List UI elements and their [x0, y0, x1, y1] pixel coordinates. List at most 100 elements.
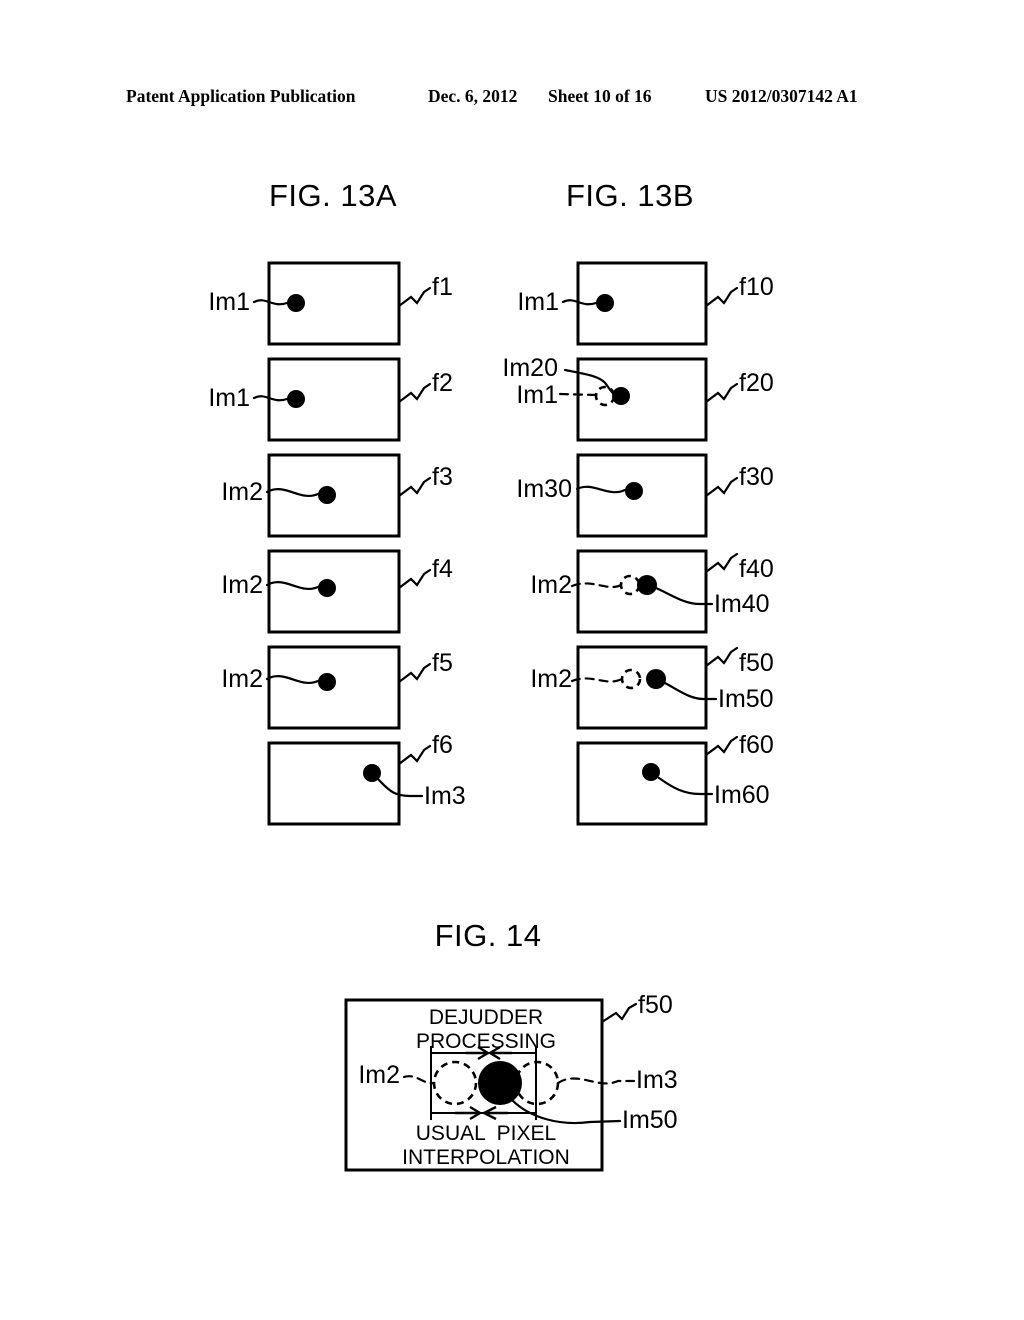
label-im2-fig14: Im2 — [358, 1061, 400, 1089]
label-im3-fig14: Im3 — [636, 1066, 678, 1094]
sheet-header: Patent Application Publication Dec. 6, 2… — [0, 86, 1024, 112]
label-f10: f10 — [739, 273, 774, 301]
leader-f50-fig14 — [600, 1002, 638, 1024]
leader-im2-f5 — [265, 675, 320, 684]
leader-im1-f10 — [561, 299, 598, 306]
label-im20-f20: Im20 — [502, 354, 558, 382]
frame-f1 — [267, 261, 401, 346]
arrow-bottom-right-head — [481, 1105, 497, 1121]
caption-interpolation-line2: INTERPOLATION — [402, 1146, 570, 1169]
header-sheet: Sheet 10 of 16 — [548, 86, 652, 106]
leader-im30-f30 — [575, 485, 627, 494]
object-dot-f40 — [637, 575, 657, 595]
arrow-bottom-left-head — [469, 1105, 483, 1121]
label-f40: f40 — [739, 555, 774, 583]
object-dot-f60 — [642, 763, 660, 781]
ghost-dot-f50 — [620, 668, 642, 690]
label-f6: f6 — [432, 731, 453, 759]
leader-f3 — [397, 476, 432, 498]
leader-f1 — [397, 286, 432, 308]
ghost-dot-fig14-left — [432, 1060, 478, 1106]
label-f30: f30 — [739, 463, 774, 491]
leader-f2 — [397, 382, 432, 404]
leader-im40-f40 — [654, 586, 714, 606]
leader-f60 — [704, 735, 739, 757]
leader-im2-f4 — [265, 581, 320, 590]
label-im2-f5: Im2 — [221, 665, 263, 693]
leader-f20 — [704, 382, 739, 404]
label-im2-f40: Im2 — [530, 571, 572, 599]
leader-im2-f40 — [570, 582, 623, 589]
figure-title-13b: FIG. 13B — [565, 178, 695, 213]
frame-f40 — [576, 549, 708, 634]
leader-f40 — [704, 552, 739, 574]
object-dot-f4 — [318, 579, 336, 597]
leader-f4 — [397, 568, 432, 590]
frame-f3 — [267, 453, 401, 538]
leader-im2-f50 — [570, 677, 624, 683]
leader-im60-f60 — [657, 776, 714, 796]
figure-title-14: FIG. 14 — [434, 918, 542, 953]
leader-f5 — [397, 662, 432, 684]
leader-im2-fig14 — [402, 1075, 436, 1085]
leader-f30 — [704, 476, 739, 498]
label-f4: f4 — [432, 555, 453, 583]
header-date: Dec. 6, 2012 — [428, 86, 518, 106]
label-im60-f60: Im60 — [714, 781, 770, 809]
label-im50-f50: Im50 — [718, 685, 774, 713]
header-patent-number: US 2012/0307142 A1 — [705, 86, 858, 106]
object-dot-f30 — [625, 482, 643, 500]
ghost-dot-fig14-right — [514, 1060, 560, 1106]
object-dot-fig14 — [478, 1061, 522, 1105]
ghost-dot-f40 — [619, 574, 641, 596]
patent-drawing-sheet: Patent Application Publication Dec. 6, 2… — [0, 0, 1024, 1320]
frame-f5 — [267, 645, 401, 730]
label-f3: f3 — [432, 463, 453, 491]
leader-im50-f50 — [663, 681, 718, 701]
header-publication: Patent Application Publication — [126, 86, 356, 106]
label-f50-13b: f50 — [739, 649, 774, 677]
label-im1-f1: Im1 — [208, 288, 250, 316]
caption-dejudder-line1: DEJUDDER — [428, 1006, 544, 1029]
label-f60: f60 — [739, 731, 774, 759]
frame-f20 — [576, 357, 708, 442]
frame-f4 — [267, 549, 401, 634]
label-f20: f20 — [739, 369, 774, 397]
label-im40-f40: Im40 — [714, 590, 770, 618]
label-im50-fig14: Im50 — [622, 1106, 678, 1134]
leader-im2-f3 — [265, 488, 320, 497]
caption-dejudder-line2: PROCESSING — [415, 1030, 557, 1053]
object-dot-f2 — [287, 390, 305, 408]
leader-im1-f2 — [252, 395, 289, 402]
leader-im1-f1 — [252, 299, 289, 306]
frame-f60 — [576, 741, 708, 826]
leader-im20-f20 — [563, 368, 618, 398]
frame-f6 — [267, 741, 401, 826]
frame-f10 — [576, 261, 708, 346]
object-dot-f6 — [363, 764, 381, 782]
label-im3-f6: Im3 — [424, 782, 466, 810]
caption-interpolation-line1: USUAL PIXEL — [415, 1122, 557, 1145]
object-dot-f3 — [318, 486, 336, 504]
label-im2-f50: Im2 — [530, 665, 572, 693]
object-dot-f50 — [646, 669, 666, 689]
leader-f10 — [704, 286, 739, 308]
leader-im50-fig14 — [510, 1098, 622, 1125]
label-im2-f3: Im2 — [221, 478, 263, 506]
label-f5: f5 — [432, 649, 453, 677]
leader-im3-fig14 — [556, 1077, 636, 1085]
label-f1: f1 — [432, 273, 453, 301]
label-im1-f20: Im1 — [516, 381, 558, 409]
frame-f30 — [576, 453, 708, 538]
leader-im3-f6 — [377, 778, 424, 798]
leader-f6 — [397, 744, 432, 766]
figure-title-13a: FIG. 13A — [268, 178, 398, 213]
label-f50-fig14: f50 — [638, 991, 673, 1019]
leader-im1-f20 — [558, 392, 598, 397]
object-dot-f10 — [596, 294, 614, 312]
object-dot-f5 — [318, 673, 336, 691]
label-im1-f10: Im1 — [517, 288, 559, 316]
object-dot-f20 — [612, 387, 630, 405]
leader-f50-13b — [704, 646, 739, 668]
object-dot-f1 — [287, 294, 305, 312]
